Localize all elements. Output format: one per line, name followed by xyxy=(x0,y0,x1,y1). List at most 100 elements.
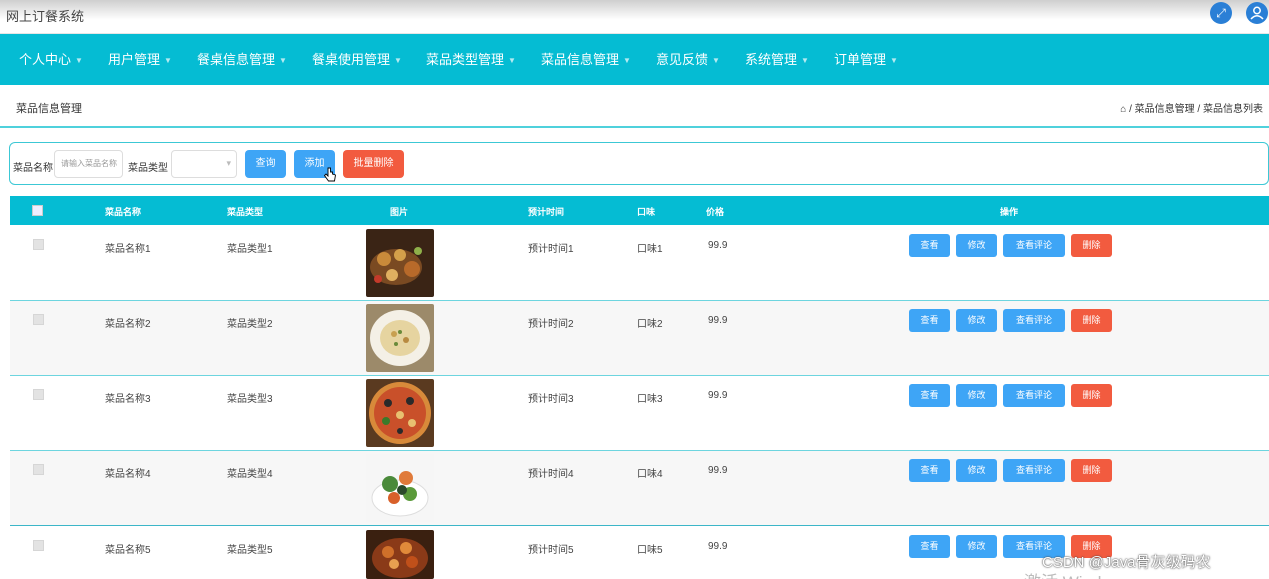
cell-dish-type: 菜品类型3 xyxy=(227,394,273,405)
cell-estimated-time: 预计时间1 xyxy=(528,244,574,255)
chevron-down-icon: ▼ xyxy=(508,56,516,66)
chevron-down-icon: ▼ xyxy=(164,56,172,66)
header-actions: 操作 xyxy=(1000,207,1019,217)
chevron-down-icon: ▼ xyxy=(890,56,898,66)
activate-windows-text: 激活 Windows xyxy=(1024,568,1132,579)
chevron-down-icon: ▾ xyxy=(226,158,231,168)
cell-dish-name: 菜品名称4 xyxy=(105,469,151,480)
header-taste[interactable]: 口味 xyxy=(637,205,655,218)
header-dish-type[interactable]: 菜品类型 xyxy=(227,205,263,218)
delete-button[interactable]: 删除 xyxy=(1071,309,1112,332)
cell-price: 99.9 xyxy=(708,315,728,326)
nav-item-user-management[interactable]: 用户管理 ▼ xyxy=(108,34,172,85)
app-title: 网上订餐系统 xyxy=(6,9,85,24)
search-panel: 菜品名称 请输入菜品名称 菜品类型 ▾ 查询 添加 批量删除 xyxy=(9,142,1269,185)
nav-item-feedback[interactable]: 意见反馈 ▼ xyxy=(656,34,720,85)
hand-cursor-icon xyxy=(324,167,336,182)
user-icon[interactable] xyxy=(1246,2,1268,24)
cell-dish-name: 菜品名称2 xyxy=(105,319,151,330)
batch-delete-button[interactable]: 批量删除 xyxy=(343,150,404,178)
view-button[interactable]: 查看 xyxy=(909,309,950,332)
nav-item-personal-center[interactable]: 个人中心 ▼ xyxy=(19,34,83,85)
nav-item-table-info[interactable]: 餐桌信息管理 ▼ xyxy=(197,34,287,85)
row-checkbox[interactable] xyxy=(33,540,44,551)
nav-item-system[interactable]: 系统管理 ▼ xyxy=(745,34,809,85)
cell-dish-name: 菜品名称3 xyxy=(105,394,151,405)
edit-button[interactable]: 修改 xyxy=(956,459,997,482)
cell-price: 99.9 xyxy=(708,390,728,401)
cell-estimated-time: 预计时间2 xyxy=(528,319,574,330)
cell-taste: 口味3 xyxy=(637,394,663,405)
cell-estimated-time: 预计时间5 xyxy=(528,545,574,556)
chevron-down-icon: ▼ xyxy=(394,56,402,66)
header-estimated-time[interactable]: 预计时间 xyxy=(528,205,564,218)
cell-dish-type: 菜品类型1 xyxy=(227,244,273,255)
header-dish-name[interactable]: 菜品名称 xyxy=(105,205,141,218)
chevron-down-icon: ▼ xyxy=(801,56,809,66)
cell-price: 99.9 xyxy=(708,465,728,476)
nav-item-dish-info[interactable]: 菜品信息管理 ▼ xyxy=(541,34,631,85)
chevron-down-icon: ▼ xyxy=(623,56,631,66)
delete-button[interactable]: 删除 xyxy=(1071,459,1112,482)
cell-dish-type: 菜品类型4 xyxy=(227,469,273,480)
select-all-checkbox[interactable] xyxy=(32,205,43,216)
edit-button[interactable]: 修改 xyxy=(956,309,997,332)
cell-dish-type: 菜品类型5 xyxy=(227,545,273,556)
row-checkbox[interactable] xyxy=(33,314,44,325)
top-bar: 网上订餐系统 ⤢ xyxy=(0,0,1269,34)
view-button[interactable]: 查看 xyxy=(909,535,950,558)
view-comments-button[interactable]: 查看评论 xyxy=(1003,459,1065,482)
chevron-down-icon: ▼ xyxy=(712,56,720,66)
edit-button[interactable]: 修改 xyxy=(956,234,997,257)
nav-item-orders[interactable]: 订单管理 ▼ xyxy=(834,34,898,85)
cell-estimated-time: 预计时间4 xyxy=(528,469,574,480)
dish-thumbnail xyxy=(366,304,434,372)
cell-estimated-time: 预计时间3 xyxy=(528,394,574,405)
cell-price: 99.9 xyxy=(708,541,728,552)
row-checkbox[interactable] xyxy=(33,464,44,475)
dish-thumbnail xyxy=(366,379,434,447)
table-row: 菜品名称2 菜品类型2 预计时间2 口味2 99.9 查看 修改 查看评论 删除 xyxy=(10,301,1269,376)
cell-taste: 口味4 xyxy=(637,469,663,480)
view-comments-button[interactable]: 查看评论 xyxy=(1003,384,1065,407)
header-bar: 菜品信息管理 ⌂ / 菜品信息管理 / 菜品信息列表 xyxy=(0,85,1269,128)
delete-button[interactable]: 删除 xyxy=(1071,384,1112,407)
breadcrumb[interactable]: ⌂ / 菜品信息管理 / 菜品信息列表 xyxy=(1120,100,1263,115)
page-title: 菜品信息管理 xyxy=(16,103,82,115)
view-comments-button[interactable]: 查看评论 xyxy=(1003,309,1065,332)
table-row: 菜品名称4 菜品类型4 预计时间4 口味4 99.9 查看 修改 查看评论 删除 xyxy=(10,451,1269,526)
row-checkbox[interactable] xyxy=(33,389,44,400)
view-button[interactable]: 查看 xyxy=(909,384,950,407)
table-header: 菜品名称 菜品类型 图片 预计时间 口味 价格 操作 xyxy=(10,196,1269,225)
edit-button[interactable]: 修改 xyxy=(956,535,997,558)
dish-thumbnail xyxy=(366,530,434,579)
cell-taste: 口味5 xyxy=(637,545,663,556)
cell-taste: 口味1 xyxy=(637,244,663,255)
main-nav: 个人中心 ▼ 用户管理 ▼ 餐桌信息管理 ▼ 餐桌使用管理 ▼ 菜品类型管理 ▼ 菜品信息… xyxy=(0,34,1269,85)
view-comments-button[interactable]: 查看评论 xyxy=(1003,234,1065,257)
cell-price: 99.9 xyxy=(708,240,728,251)
dish-type-label: 菜品类型 xyxy=(128,163,168,174)
table-row: 菜品名称3 菜品类型3 预计时间3 口味3 99.9 查看 修改 查看评论 删除 xyxy=(10,376,1269,451)
dish-name-input[interactable]: 请输入菜品名称 xyxy=(54,150,123,178)
view-button[interactable]: 查看 xyxy=(909,459,950,482)
query-button[interactable]: 查询 xyxy=(245,150,286,178)
header-image: 图片 xyxy=(390,207,409,217)
edit-button[interactable]: 修改 xyxy=(956,384,997,407)
cell-taste: 口味2 xyxy=(637,319,663,330)
nav-item-dish-type[interactable]: 菜品类型管理 ▼ xyxy=(426,34,516,85)
nav-item-table-usage[interactable]: 餐桌使用管理 ▼ xyxy=(312,34,402,85)
fullscreen-icon[interactable]: ⤢ xyxy=(1210,2,1232,24)
header-price[interactable]: 价格 xyxy=(706,205,724,218)
cell-dish-type: 菜品类型2 xyxy=(227,319,273,330)
view-button[interactable]: 查看 xyxy=(909,234,950,257)
dish-name-label: 菜品名称 xyxy=(13,163,53,174)
row-checkbox[interactable] xyxy=(33,239,44,250)
cell-dish-name: 菜品名称1 xyxy=(105,244,151,255)
dish-thumbnail xyxy=(366,229,434,297)
delete-button[interactable]: 删除 xyxy=(1071,234,1112,257)
table-row: 菜品名称1 菜品类型1 预计时间1 口味1 99.9 查看 修改 查看评论 删除 xyxy=(10,226,1269,301)
cell-dish-name: 菜品名称5 xyxy=(105,545,151,556)
dish-type-select[interactable]: ▾ xyxy=(171,150,237,178)
chevron-down-icon: ▼ xyxy=(279,56,287,66)
